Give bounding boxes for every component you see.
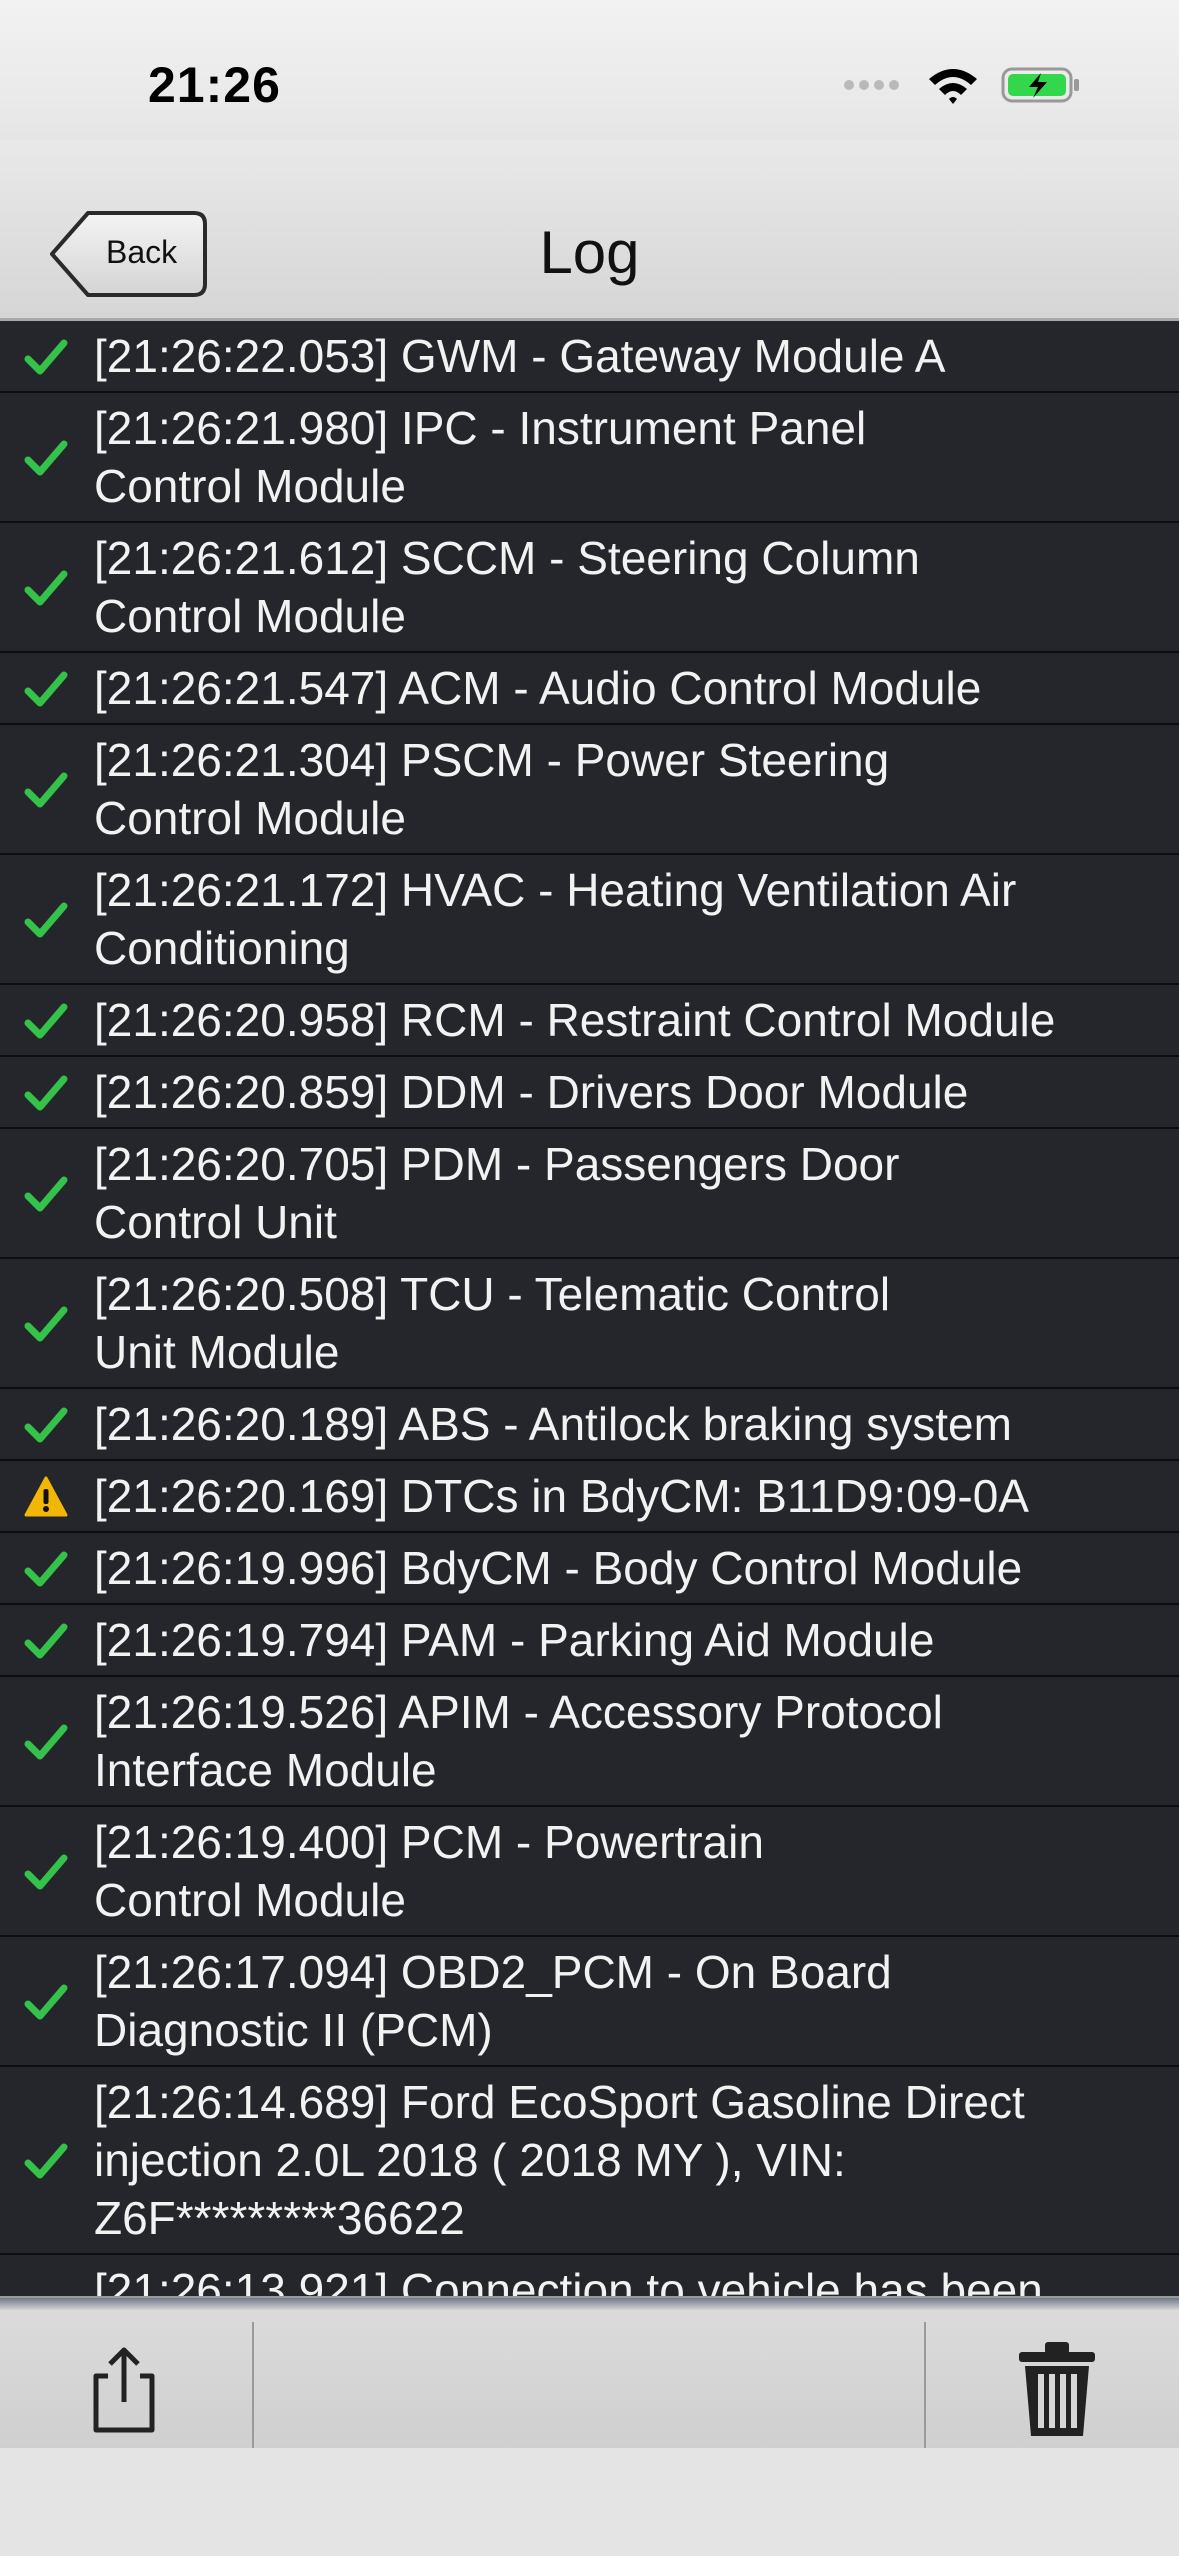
log-entry[interactable]: [21:26:17.094] OBD2_PCM - On Board Diagn…	[0, 1937, 1179, 2067]
log-entry[interactable]: [21:26:19.400] PCM - Powertrain Control …	[0, 1807, 1179, 1937]
log-entry-text: [21:26:20.169] DTCs in BdyCM: B11D9:09-0…	[94, 1470, 1029, 1522]
log-entry[interactable]: [21:26:20.189] ABS - Antilock braking sy…	[0, 1389, 1179, 1461]
log-entry-text: [21:26:20.189] ABS - Antilock braking sy…	[94, 1398, 1012, 1450]
navigation-bar: Back Log	[0, 140, 1179, 321]
log-entry-text: [21:26:20.859] DDM - Drivers Door Module	[94, 1066, 969, 1118]
checkmark-icon	[24, 1071, 68, 1115]
log-entry[interactable]: [21:26:19.794] PAM - Parking Aid Module	[0, 1605, 1179, 1677]
checkmark-icon	[24, 768, 68, 812]
log-entry-text: [21:26:19.996] BdyCM - Body Control Modu…	[94, 1542, 1023, 1594]
trash-icon	[1019, 2342, 1095, 2436]
checkmark-icon	[24, 1172, 68, 1216]
log-entry-text: [21:26:20.958] RCM - Restraint Control M…	[94, 994, 1056, 1046]
checkmark-icon	[24, 1302, 68, 1346]
checkmark-icon	[24, 1720, 68, 1764]
log-entry[interactable]: [21:26:21.980] IPC - Instrument Panel Co…	[0, 393, 1179, 523]
status-icons	[843, 62, 1081, 112]
checkmark-icon	[24, 335, 68, 379]
log-entry[interactable]: [21:26:14.689] Ford EcoSport Gasoline Di…	[0, 2067, 1179, 2255]
checkmark-icon	[24, 1547, 68, 1591]
log-list[interactable]: [21:26:22.053] GWM - Gateway Module A [21…	[0, 321, 1179, 2296]
home-indicator-area	[0, 2448, 1179, 2556]
log-entry[interactable]: [21:26:20.705] PDM - Passengers Door Con…	[0, 1129, 1179, 1259]
log-entry-text: [21:26:13.921] Connection to vehicle has…	[94, 2264, 1043, 2296]
log-entry[interactable]: [21:26:20.169] DTCs in BdyCM: B11D9:09-0…	[0, 1461, 1179, 1533]
log-entry[interactable]: [21:26:22.053] GWM - Gateway Module A	[0, 321, 1179, 393]
checkmark-icon	[24, 436, 68, 480]
log-entry-text: [21:26:21.980] IPC - Instrument Panel Co…	[94, 402, 867, 512]
log-entry[interactable]: [21:26:21.304] PSCM - Power Steering Con…	[0, 725, 1179, 855]
checkmark-icon	[24, 2139, 68, 2183]
checkmark-icon	[24, 667, 68, 711]
share-icon	[93, 2347, 155, 2433]
toolbar-divider	[924, 2322, 926, 2450]
log-entry[interactable]: [21:26:21.612] SCCM - Steering Column Co…	[0, 523, 1179, 653]
log-entry[interactable]: [21:26:21.547] ACM - Audio Control Modul…	[0, 653, 1179, 725]
log-entry-text: [21:26:19.526] APIM - Accessory Protocol…	[94, 1686, 943, 1796]
log-entry-text: [21:26:21.304] PSCM - Power Steering Con…	[94, 734, 890, 844]
share-button[interactable]	[74, 2338, 174, 2438]
log-entry-text: [21:26:19.400] PCM - Powertrain Control …	[94, 1816, 764, 1926]
status-bar: 21:26	[0, 0, 1179, 140]
toolbar-shadow	[0, 2298, 1179, 2310]
log-entry-text: [21:26:21.172] HVAC - Heating Ventilatio…	[94, 864, 1017, 974]
checkmark-icon	[24, 1850, 68, 1894]
log-entry[interactable]: [21:26:13.921] Connection to vehicle has…	[0, 2255, 1179, 2296]
log-entry-text: [21:26:21.612] SCCM - Steering Column Co…	[94, 532, 920, 642]
log-entry[interactable]: [21:26:19.996] BdyCM - Body Control Modu…	[0, 1533, 1179, 1605]
bottom-toolbar	[0, 2296, 1179, 2450]
trash-button[interactable]	[1007, 2336, 1107, 2442]
checkmark-icon	[24, 1619, 68, 1663]
log-entry[interactable]: [21:26:20.508] TCU - Telematic Control U…	[0, 1259, 1179, 1389]
log-entry-text: [21:26:21.547] ACM - Audio Control Modul…	[94, 662, 982, 714]
wifi-icon	[927, 65, 979, 110]
log-entry[interactable]: [21:26:19.526] APIM - Accessory Protocol…	[0, 1677, 1179, 1807]
checkmark-icon	[24, 1403, 68, 1447]
log-entry[interactable]: [21:26:20.958] RCM - Restraint Control M…	[0, 985, 1179, 1057]
warning-icon	[24, 1475, 68, 1519]
toolbar-divider	[252, 2322, 254, 2450]
log-entry-text: [21:26:22.053] GWM - Gateway Module A	[94, 330, 946, 382]
log-entry-text: [21:26:17.094] OBD2_PCM - On Board Diagn…	[94, 1946, 892, 2056]
battery-charging-icon	[1001, 65, 1081, 110]
checkmark-icon	[24, 1980, 68, 2024]
log-entry[interactable]: [21:26:21.172] HVAC - Heating Ventilatio…	[0, 855, 1179, 985]
page-title: Log	[539, 219, 640, 286]
checkmark-icon	[24, 898, 68, 942]
log-entry-text: [21:26:19.794] PAM - Parking Aid Module	[94, 1614, 935, 1666]
checkmark-icon	[24, 566, 68, 610]
log-entry[interactable]: [21:26:20.859] DDM - Drivers Door Module	[0, 1057, 1179, 1129]
status-time: 21:26	[148, 57, 281, 113]
log-entry-text: [21:26:20.705] PDM - Passengers Door Con…	[94, 1138, 900, 1248]
log-entry-text: [21:26:14.689] Ford EcoSport Gasoline Di…	[94, 2076, 1025, 2244]
cellular-signal-icon	[843, 78, 905, 97]
checkmark-icon	[24, 999, 68, 1043]
log-entry-text: [21:26:20.508] TCU - Telematic Control U…	[94, 1268, 891, 1378]
